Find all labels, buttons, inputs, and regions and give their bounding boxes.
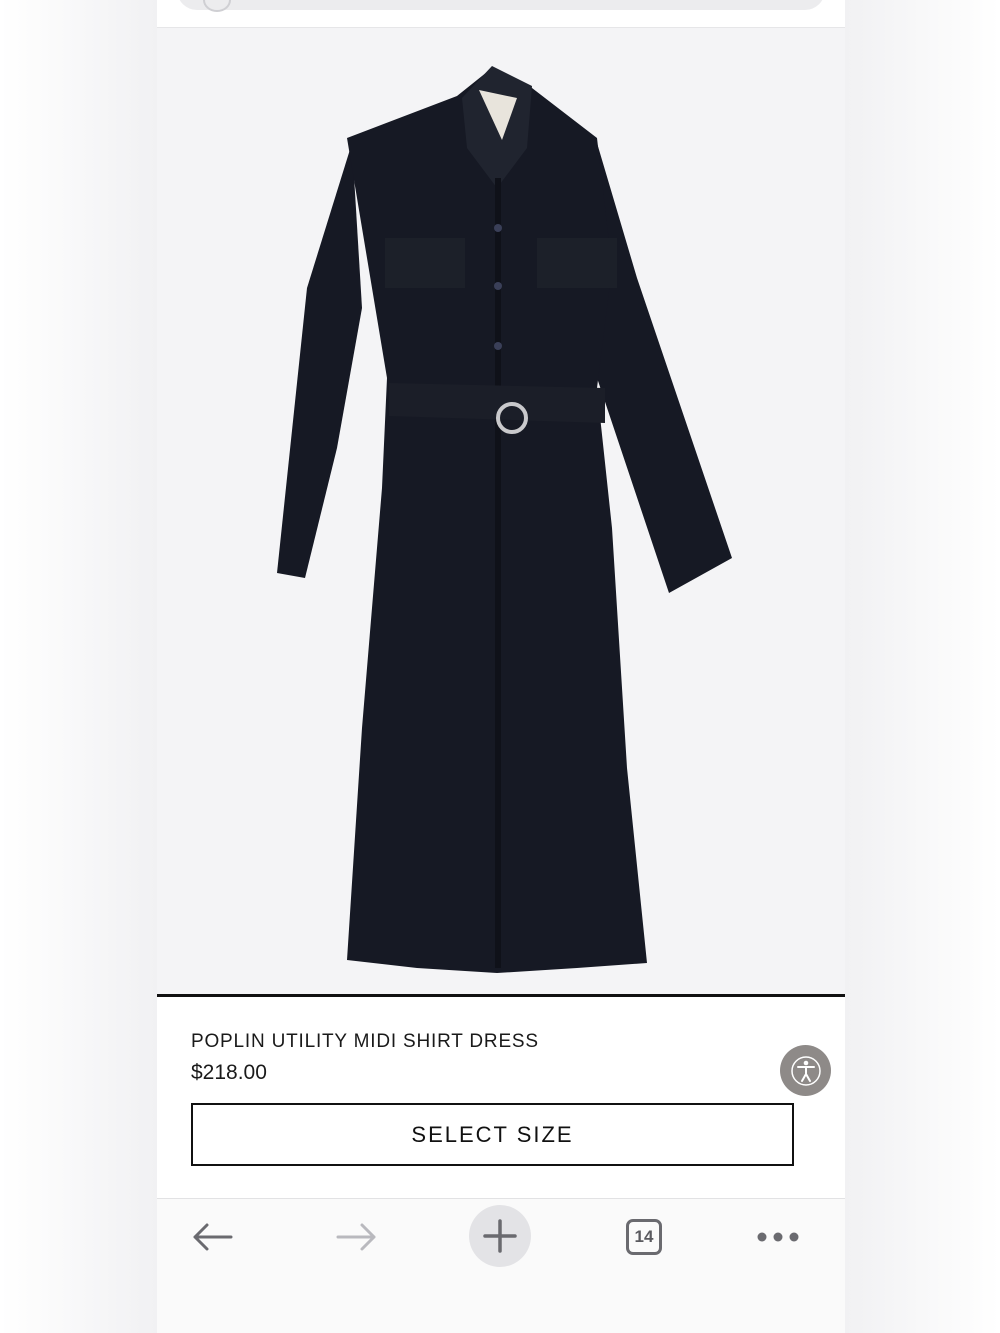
arrow-left-icon	[193, 1223, 233, 1251]
select-size-button[interactable]: SELECT SIZE	[191, 1103, 794, 1166]
back-button[interactable]	[187, 1217, 237, 1257]
dress-button	[494, 342, 502, 350]
forward-button[interactable]	[332, 1217, 382, 1257]
product-info: POPLIN UTILITY MIDI SHIRT DRESS $218.00	[191, 1030, 811, 1087]
tabs-button[interactable]: 14	[623, 1216, 665, 1258]
site-icon	[203, 0, 231, 12]
dress-button	[494, 224, 502, 232]
more-dots-icon	[757, 1232, 799, 1242]
left-pocket	[385, 238, 465, 288]
accessibility-button[interactable]	[780, 1045, 831, 1096]
arrow-right-icon	[336, 1223, 376, 1251]
plus-icon	[483, 1219, 517, 1253]
dress-image	[277, 66, 732, 973]
dress-button	[494, 282, 502, 290]
image-divider	[157, 994, 845, 997]
background-left	[0, 0, 157, 1333]
address-bar[interactable]	[177, 0, 825, 12]
right-pocket	[537, 238, 617, 288]
browser-viewport: POPLIN UTILITY MIDI SHIRT DRESS $218.00 …	[157, 0, 845, 1333]
left-sleeve	[277, 143, 362, 578]
product-name: POPLIN UTILITY MIDI SHIRT DRESS	[191, 1031, 539, 1052]
product-price: $218.00	[191, 1061, 267, 1084]
new-tab-button[interactable]	[469, 1205, 531, 1267]
placket	[495, 178, 501, 968]
accessibility-icon	[790, 1055, 821, 1086]
browser-toolbar: 14	[157, 1199, 845, 1333]
product-image[interactable]	[157, 28, 845, 994]
tab-count: 14	[626, 1219, 662, 1255]
background-right	[845, 0, 1000, 1333]
more-button[interactable]	[755, 1217, 801, 1257]
